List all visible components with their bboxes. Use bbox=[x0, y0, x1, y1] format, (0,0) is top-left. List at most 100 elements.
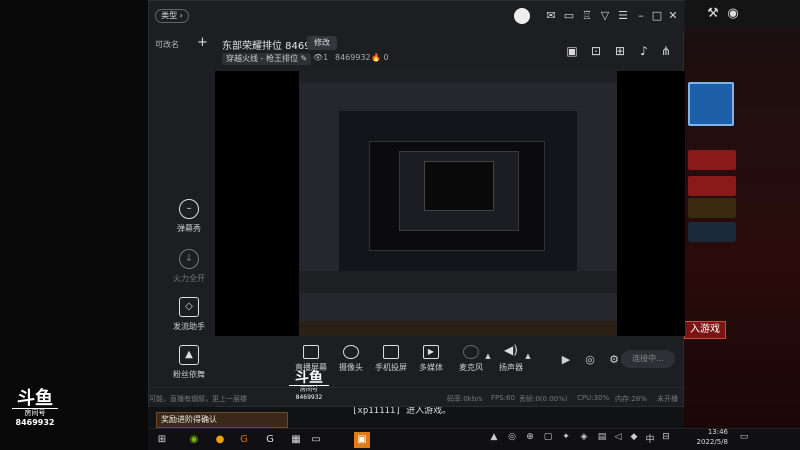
network-icon[interactable]: ▤ bbox=[596, 432, 608, 442]
taskbar-clock[interactable]: 13:46 2022/5/8 bbox=[676, 427, 728, 447]
shirt-icon[interactable]: ♖ bbox=[580, 9, 594, 23]
status-mem: 内存:28% bbox=[615, 395, 647, 403]
douyu-taskbar-icon[interactable]: ▣ bbox=[354, 432, 370, 448]
game-app-icon[interactable]: G bbox=[236, 432, 252, 448]
notification-icon[interactable]: ▭ bbox=[738, 432, 750, 442]
start-live-button[interactable]: 连接中... bbox=[621, 350, 675, 368]
minimize-icon[interactable]: – bbox=[634, 9, 648, 23]
bell-icon[interactable]: ♪ bbox=[637, 44, 651, 58]
tool-phone-cast[interactable]: 手机投屏 bbox=[369, 345, 413, 373]
game-player-tile bbox=[688, 222, 736, 242]
tool-label: 扬声器 bbox=[499, 363, 523, 372]
enter-game-button[interactable]: 入游戏 bbox=[684, 321, 726, 339]
tool-screen[interactable]: 直播屏幕 bbox=[289, 345, 333, 373]
message-icon[interactable]: ▭ bbox=[562, 9, 576, 23]
category-label: 穿越火线 - 枪王排位 bbox=[226, 54, 298, 63]
sidebar-item-label: 弹幕秀 bbox=[177, 224, 201, 233]
desktop: ⚒ ◉ 入游戏 [xp11111] 进入游戏。 奖励进阶得确认 斗鱼 房间号 8… bbox=[0, 0, 800, 450]
tool-media[interactable]: ▶ 多媒体 bbox=[409, 345, 453, 373]
preview-inner-taskbar bbox=[299, 321, 617, 336]
viewer-count-value: 1 bbox=[323, 53, 329, 62]
tray-icon[interactable]: ▲ bbox=[488, 432, 500, 442]
speaker-dropdown-icon[interactable]: ▲ bbox=[521, 349, 535, 363]
cube-icon: ◇ bbox=[179, 297, 199, 317]
tray-icon[interactable]: ◎ bbox=[506, 432, 518, 442]
sidebar-item-dance[interactable]: ▲ 粉丝依舞 bbox=[169, 345, 209, 380]
screen-icon bbox=[303, 345, 319, 359]
game-popup[interactable]: 奖励进阶得确认 bbox=[156, 412, 288, 428]
ime-language[interactable]: 中 bbox=[644, 432, 656, 445]
status-tip: 可能，直播有烟叙，更上一层楼 bbox=[149, 395, 247, 403]
room-id: 8469932 bbox=[335, 53, 371, 62]
status-fps: FPS:60 bbox=[491, 394, 515, 402]
douyu-room-logo: 斗鱼 房间号 8469932 bbox=[12, 390, 58, 428]
tool-label: 直播屏幕 bbox=[295, 363, 327, 372]
record-icon[interactable]: ▶ bbox=[559, 353, 573, 367]
game-player-tile bbox=[688, 176, 736, 196]
sidebar-title: 可改名 bbox=[155, 40, 179, 49]
logo-main-text: 斗鱼 bbox=[17, 388, 53, 409]
close-icon[interactable]: ✕ bbox=[666, 9, 680, 23]
sidebar-item-label: 发流助手 bbox=[173, 322, 205, 331]
sidebar-item-fire[interactable]: ↓ 火力全开 bbox=[169, 249, 209, 284]
menu-icon[interactable]: ☰ bbox=[616, 9, 630, 23]
mask-icon: ▲ bbox=[179, 345, 199, 365]
tray-icon[interactable]: ⊕ bbox=[524, 432, 536, 442]
mic-icon bbox=[463, 345, 479, 359]
window-icon[interactable]: ▦ bbox=[288, 432, 304, 448]
sidebar-item-label: 粉丝依舞 bbox=[173, 370, 205, 379]
danmaku-icon: – bbox=[179, 199, 199, 219]
filter-icon[interactable]: ▽ bbox=[598, 9, 612, 23]
nvidia-icon[interactable]: ◉ bbox=[186, 432, 202, 448]
sidebar-item-helper[interactable]: ◇ 发流助手 bbox=[169, 297, 209, 332]
media-icon: ▶ bbox=[423, 345, 439, 359]
ime-icon[interactable]: ⊟ bbox=[660, 432, 672, 442]
type-button[interactable]: 类型 › bbox=[155, 9, 189, 23]
edit-title-button[interactable]: 修改 bbox=[307, 36, 337, 50]
tool-camera[interactable]: 摄像头 bbox=[329, 345, 373, 373]
category-tag[interactable]: 穿越火线 - 枪王排位 ✎ bbox=[222, 53, 312, 65]
left-sidebar: 可改名 + – 弹幕秀 ↓ 火力全开 ◇ 发流助手 ▲ 粉丝依舞 bbox=[149, 31, 215, 407]
mail-icon[interactable]: ✉ bbox=[544, 9, 558, 23]
settings-gear-icon[interactable]: ⚙ bbox=[607, 353, 621, 367]
tray-icon[interactable]: ✦ bbox=[560, 432, 572, 442]
preview-recursive-frame bbox=[299, 71, 617, 336]
wrench-icon[interactable]: ⚒ bbox=[705, 6, 721, 22]
folder-icon[interactable]: ▭ bbox=[308, 432, 324, 448]
eye-icon[interactable]: ◎ bbox=[583, 353, 597, 367]
share-icon[interactable]: ⋔ bbox=[659, 44, 673, 58]
stream-preview[interactable]: 斗鱼 房间号 8469932 bbox=[215, 71, 685, 401]
status-cpu: CPU:30% bbox=[577, 394, 610, 402]
fire-count: 🔥 0 bbox=[371, 53, 389, 62]
logo-sub-text: 房间号 bbox=[12, 408, 58, 418]
app-icon[interactable]: ● bbox=[212, 432, 228, 448]
bottom-toolbar: 直播屏幕 摄像头 手机投屏 ▶ 多媒体 麦克风 ▲ ◀) 扬声器 ▲ ▶ ◎ ⚙ bbox=[215, 339, 685, 381]
streaming-app-window: 类型 › ✉ ▭ ♖ ▽ ☰ – □ ✕ 可改名 + – 弹幕秀 ↓ 火力全开 … bbox=[148, 0, 685, 407]
lock-icon[interactable]: ⊡ bbox=[589, 44, 603, 58]
gift-icon[interactable]: ▣ bbox=[565, 44, 579, 58]
shield-icon[interactable]: ◆ bbox=[628, 432, 640, 442]
game-client-icon[interactable]: G bbox=[262, 432, 278, 448]
mouse-icon[interactable]: ◉ bbox=[725, 6, 741, 22]
tool-label: 摄像头 bbox=[339, 363, 363, 372]
maximize-icon[interactable]: □ bbox=[650, 9, 664, 23]
status-live: 未开播 bbox=[657, 395, 678, 403]
layout-icon[interactable]: ⊞ bbox=[613, 44, 627, 58]
preview-inner-header bbox=[299, 71, 617, 83]
clock-time: 13:46 bbox=[707, 428, 728, 436]
volume-icon[interactable]: ◁ bbox=[612, 432, 624, 442]
fire-count-value: 0 bbox=[383, 53, 389, 62]
status-bar: 可能，直播有烟叙，更上一层楼 码率:0kb/s FPS:60 丢帧:0(0.00… bbox=[149, 387, 685, 407]
clock-date: 2022/5/8 bbox=[696, 438, 728, 446]
avatar[interactable] bbox=[514, 8, 530, 24]
left-background-strip bbox=[0, 0, 148, 450]
tray-icon[interactable]: ◈ bbox=[578, 432, 590, 442]
phone-cast-icon bbox=[383, 345, 399, 359]
tool-label: 麦克风 bbox=[459, 363, 483, 372]
game-rank-badge bbox=[688, 82, 734, 126]
camera-icon bbox=[343, 345, 359, 359]
add-icon[interactable]: + bbox=[197, 35, 208, 50]
tray-icon[interactable]: ▢ bbox=[542, 432, 554, 442]
sidebar-item-danmaku[interactable]: – 弹幕秀 bbox=[169, 199, 209, 234]
windows-start-icon[interactable]: ⊞ bbox=[154, 432, 170, 448]
